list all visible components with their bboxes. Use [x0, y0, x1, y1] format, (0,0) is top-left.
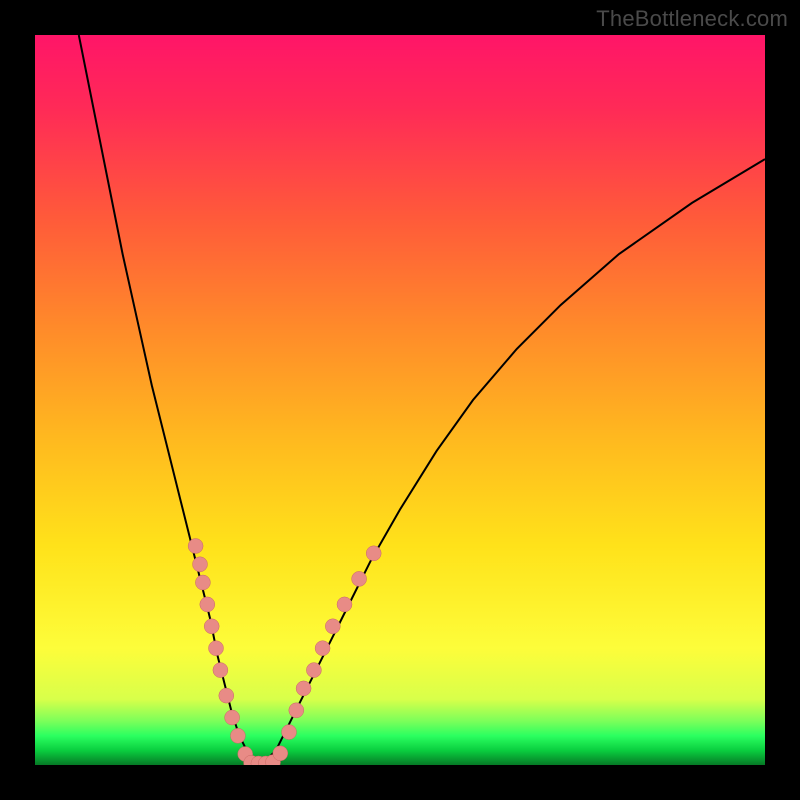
data-marker [289, 703, 304, 718]
data-marker [195, 575, 210, 590]
marker-layer [188, 539, 381, 766]
plot-area [35, 35, 765, 765]
data-marker [230, 728, 245, 743]
watermark-text: TheBottleneck.com [596, 6, 788, 32]
data-marker [325, 619, 340, 634]
data-marker [366, 546, 381, 561]
data-marker [219, 688, 234, 703]
curve-left-path [79, 35, 254, 765]
data-marker [352, 571, 367, 586]
data-marker [200, 597, 215, 612]
data-marker [337, 597, 352, 612]
data-marker [188, 539, 203, 554]
data-marker [273, 746, 288, 761]
data-marker [296, 681, 311, 696]
data-marker [193, 557, 208, 572]
data-marker [204, 619, 219, 634]
data-marker [209, 641, 224, 656]
curve-right [254, 159, 765, 765]
curve-right-path [254, 159, 765, 765]
curve-left [79, 35, 254, 765]
data-marker [306, 663, 321, 678]
curve-svg [35, 35, 765, 765]
data-marker [282, 725, 297, 740]
data-marker [213, 663, 228, 678]
data-marker [315, 641, 330, 656]
chart-frame: TheBottleneck.com [0, 0, 800, 800]
data-marker [225, 710, 240, 725]
